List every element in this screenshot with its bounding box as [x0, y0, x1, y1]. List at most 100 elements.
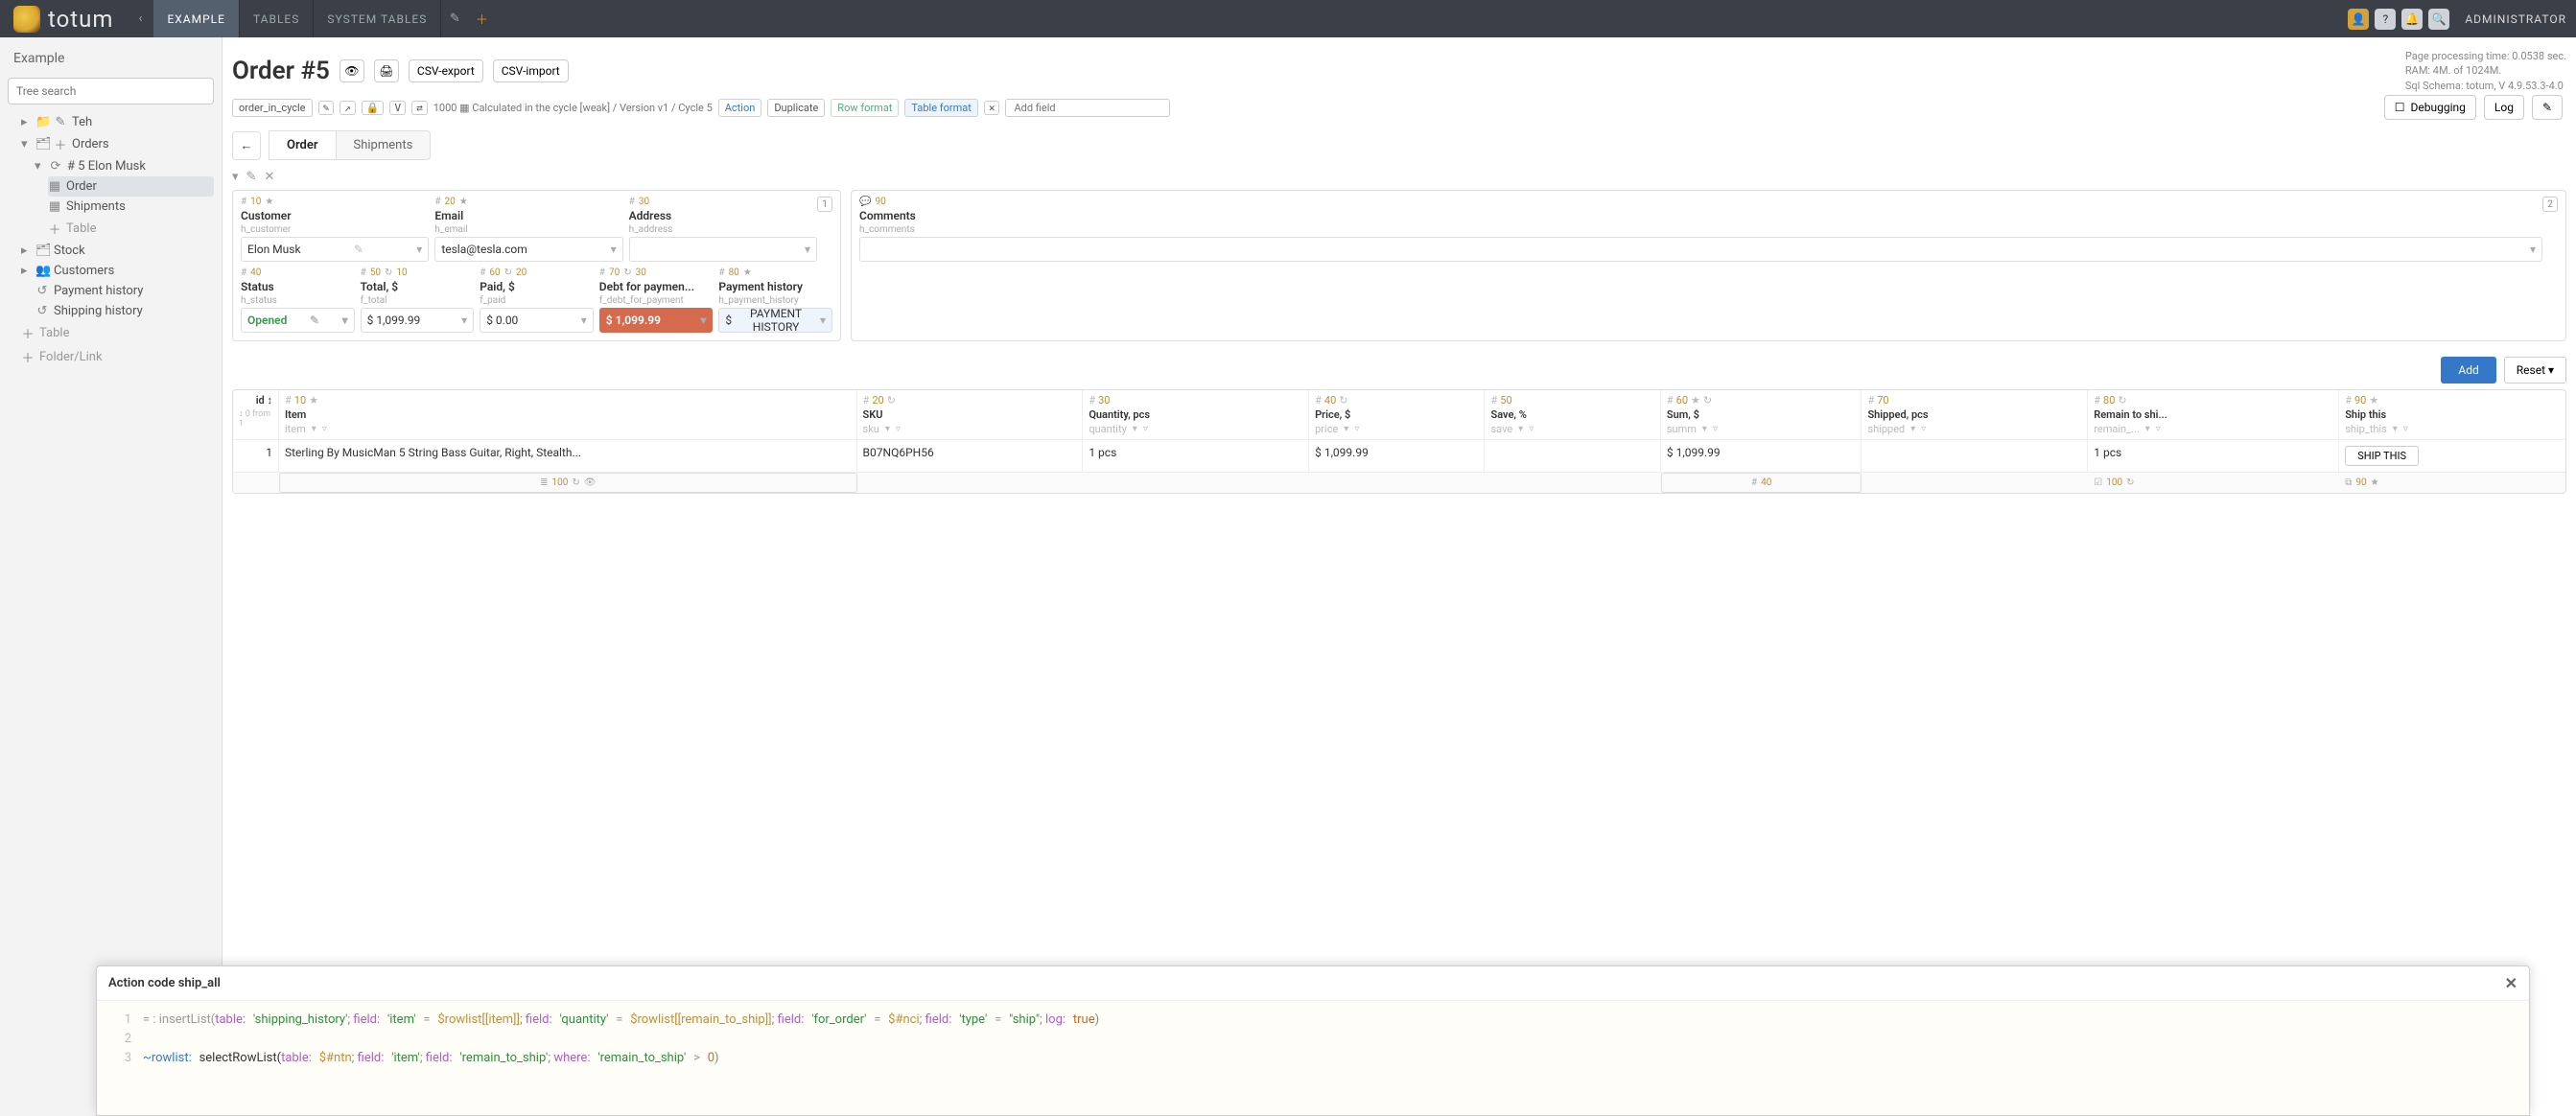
col-ship_this[interactable]: #90 ★Ship thisship_this▾▿ [2339, 390, 2565, 439]
col-quantity[interactable]: #30Quantity, pcsquantity▾▿ [1083, 390, 1309, 439]
filter-icon[interactable]: ▾ [1133, 424, 1137, 434]
cell-qty[interactable]: 1 pcs [1083, 440, 1309, 472]
open-cycle-icon[interactable]: ↗ [340, 101, 356, 115]
bell-icon[interactable]: 🔔 [2401, 9, 2423, 30]
filter-icon[interactable]: ▾ [312, 424, 316, 434]
top-tab-tables[interactable]: TABLES [240, 0, 314, 37]
tree-node-teh[interactable]: ▸📁✎Teh [21, 112, 214, 132]
tree-node-add-folder-link[interactable]: ＋Folder/Link [21, 345, 214, 369]
clear-row-icon[interactable]: ✕ [264, 170, 274, 184]
grid-reset-button[interactable]: Reset ▾ [2504, 357, 2566, 384]
tree-node-shipments[interactable]: ▦Shipments [48, 197, 214, 217]
filter-icon[interactable]: ▿ [1921, 424, 1926, 434]
tab-order[interactable]: Order [269, 130, 337, 160]
filter-icon[interactable]: ▿ [896, 424, 901, 434]
ship-this-button[interactable]: SHIP THIS [2345, 446, 2419, 466]
filter-icon[interactable]: ▿ [2156, 424, 2161, 434]
cell-shipped[interactable] [1862, 440, 2088, 472]
cell-price[interactable]: $ 1,099.99 [1309, 440, 1485, 472]
top-tab-system-tables[interactable]: SYSTEM TABLES [314, 0, 441, 37]
field-value[interactable]: Elon Musk✎▾ [241, 237, 429, 262]
tree-node-stock[interactable]: ▸🗂Stock [21, 241, 214, 261]
cell-sku[interactable]: B07NQ6PH56 [857, 440, 1084, 472]
collapse-icon[interactable]: ▾ [232, 170, 239, 184]
tree-node-orders[interactable]: ▾🗂＋Orders [21, 132, 214, 156]
filter-icon[interactable]: ▿ [322, 424, 327, 434]
edit-row-icon[interactable]: ✎ [246, 170, 257, 184]
action-chip[interactable]: Action [718, 99, 762, 117]
add-tab-icon[interactable]: ＋ [468, 0, 495, 37]
tree-node-customers[interactable]: ▸👥Customers [21, 261, 214, 281]
tab-shipments[interactable]: Shipments [337, 130, 432, 160]
col-sku[interactable]: #20 ↻SKUsku▾▿ [857, 390, 1084, 439]
col-item[interactable]: #10 ★Itemitem▾▿ [279, 390, 857, 439]
visibility-toggle-button[interactable]: 👁 [340, 59, 364, 82]
edit-tab-icon[interactable]: ✎ [441, 0, 468, 37]
field-value[interactable]: ▾ [629, 237, 817, 262]
tree-search-input[interactable] [8, 78, 214, 105]
filter-icon[interactable]: ▾ [1344, 424, 1348, 434]
tool-pencil-button[interactable]: ✎ [2532, 95, 2563, 120]
tree-node-order-5[interactable]: ▾⟳# 5 Elon Musk [35, 156, 214, 176]
field-value[interactable]: $PAYMENT HISTORY▾ [718, 308, 832, 333]
tree-node-add-table[interactable]: ＋Table [48, 217, 214, 241]
log-button[interactable]: Log [2484, 95, 2524, 120]
v-chip[interactable]: V [389, 101, 406, 115]
filter-icon[interactable]: ▾ [2145, 424, 2150, 434]
cell-ship[interactable]: SHIP THIS [2339, 440, 2565, 472]
tree-node-payment-history[interactable]: ↺Payment history [21, 281, 214, 301]
filter-icon[interactable]: ▿ [1529, 424, 1534, 434]
cell-id[interactable]: 1 [233, 440, 279, 472]
filter-icon[interactable]: ▾ [2393, 424, 2398, 434]
edit-cycle-icon[interactable]: ✎ [318, 101, 335, 115]
field-value[interactable]: $ 1,099.99▾ [361, 308, 475, 333]
print-button[interactable]: 🖨 [374, 59, 399, 82]
tree-node-shipping-history[interactable]: ↺Shipping history [21, 301, 214, 321]
col-save[interactable]: #50Save, %save▾▿ [1485, 390, 1660, 439]
field-value[interactable]: Opened✎▾ [241, 308, 355, 333]
col-shipped[interactable]: #70Shipped, pcsshipped▾▿ [1862, 390, 2088, 439]
lock-cycle-icon[interactable]: 🔒 [362, 101, 385, 115]
back-button[interactable]: ← [232, 131, 261, 160]
field-value[interactable]: $ 0.00▾ [480, 308, 594, 333]
cell-save[interactable] [1485, 440, 1660, 472]
shuffle-icon[interactable]: ⇄ [411, 101, 428, 115]
question-icon[interactable]: ? [2375, 9, 2396, 30]
filter-icon[interactable]: ▾ [1910, 424, 1915, 434]
add-field-input[interactable] [1005, 99, 1170, 117]
top-tab-example[interactable]: EXAMPLE [153, 0, 240, 37]
clear-format-icon[interactable]: ✕ [984, 101, 1000, 115]
user-icon[interactable]: 👤 [2348, 9, 2369, 30]
tree-node-add-table-2[interactable]: ＋Table [21, 321, 214, 345]
filter-icon[interactable]: ▿ [1143, 424, 1148, 434]
close-icon[interactable]: ✕ [2505, 974, 2517, 992]
col-id[interactable]: id ↕ [239, 394, 272, 407]
filter-icon[interactable]: ▾ [1518, 424, 1523, 434]
tree-node-order[interactable]: ▦Order [48, 176, 214, 197]
sidebar-collapse-toggle[interactable]: ‹ [127, 0, 153, 37]
filter-icon[interactable]: ▾ [885, 424, 890, 434]
csv-export-button[interactable]: CSV-export [409, 59, 483, 82]
col-summ[interactable]: #60 ★ ↻Sum, $summ▾▿ [1661, 390, 1862, 439]
search-icon[interactable]: 🔍 [2428, 9, 2449, 30]
cell-item[interactable]: Sterling By MusicMan 5 String Bass Guita… [279, 440, 857, 472]
cell-remain[interactable]: 1 pcs [2088, 440, 2339, 472]
cell-sum[interactable]: $ 1,099.99 [1661, 440, 1862, 472]
cycle-name-chip[interactable]: order_in_cycle [232, 99, 313, 117]
filter-icon[interactable]: ▿ [1354, 424, 1359, 434]
table-format-chip[interactable]: Table format [904, 99, 977, 117]
row-format-chip[interactable]: Row format [831, 99, 899, 117]
code-body[interactable]: 1= : insertList(table: 'shipping_history… [97, 1000, 2529, 1115]
filter-icon[interactable]: ▿ [1713, 424, 1718, 434]
field-value-comments[interactable]: ▾ [859, 237, 2542, 262]
duplicate-chip[interactable]: Duplicate [767, 99, 825, 117]
filter-icon[interactable]: ▿ [2403, 424, 2408, 434]
col-price[interactable]: #40 ↻Price, $price▾▿ [1309, 390, 1485, 439]
csv-import-button[interactable]: CSV-import [493, 59, 569, 82]
field-value[interactable]: $ 1,099.99▾ [599, 308, 714, 333]
grid-add-button[interactable]: Add [2441, 357, 2495, 384]
field-value[interactable]: tesla@tesla.com▾ [434, 237, 622, 262]
col-remain_...[interactable]: #80 ↻Remain to shi...remain_...▾▿ [2088, 390, 2339, 439]
debugging-button[interactable]: ☐Debugging [2384, 95, 2476, 120]
filter-icon[interactable]: ▾ [1702, 424, 1707, 434]
